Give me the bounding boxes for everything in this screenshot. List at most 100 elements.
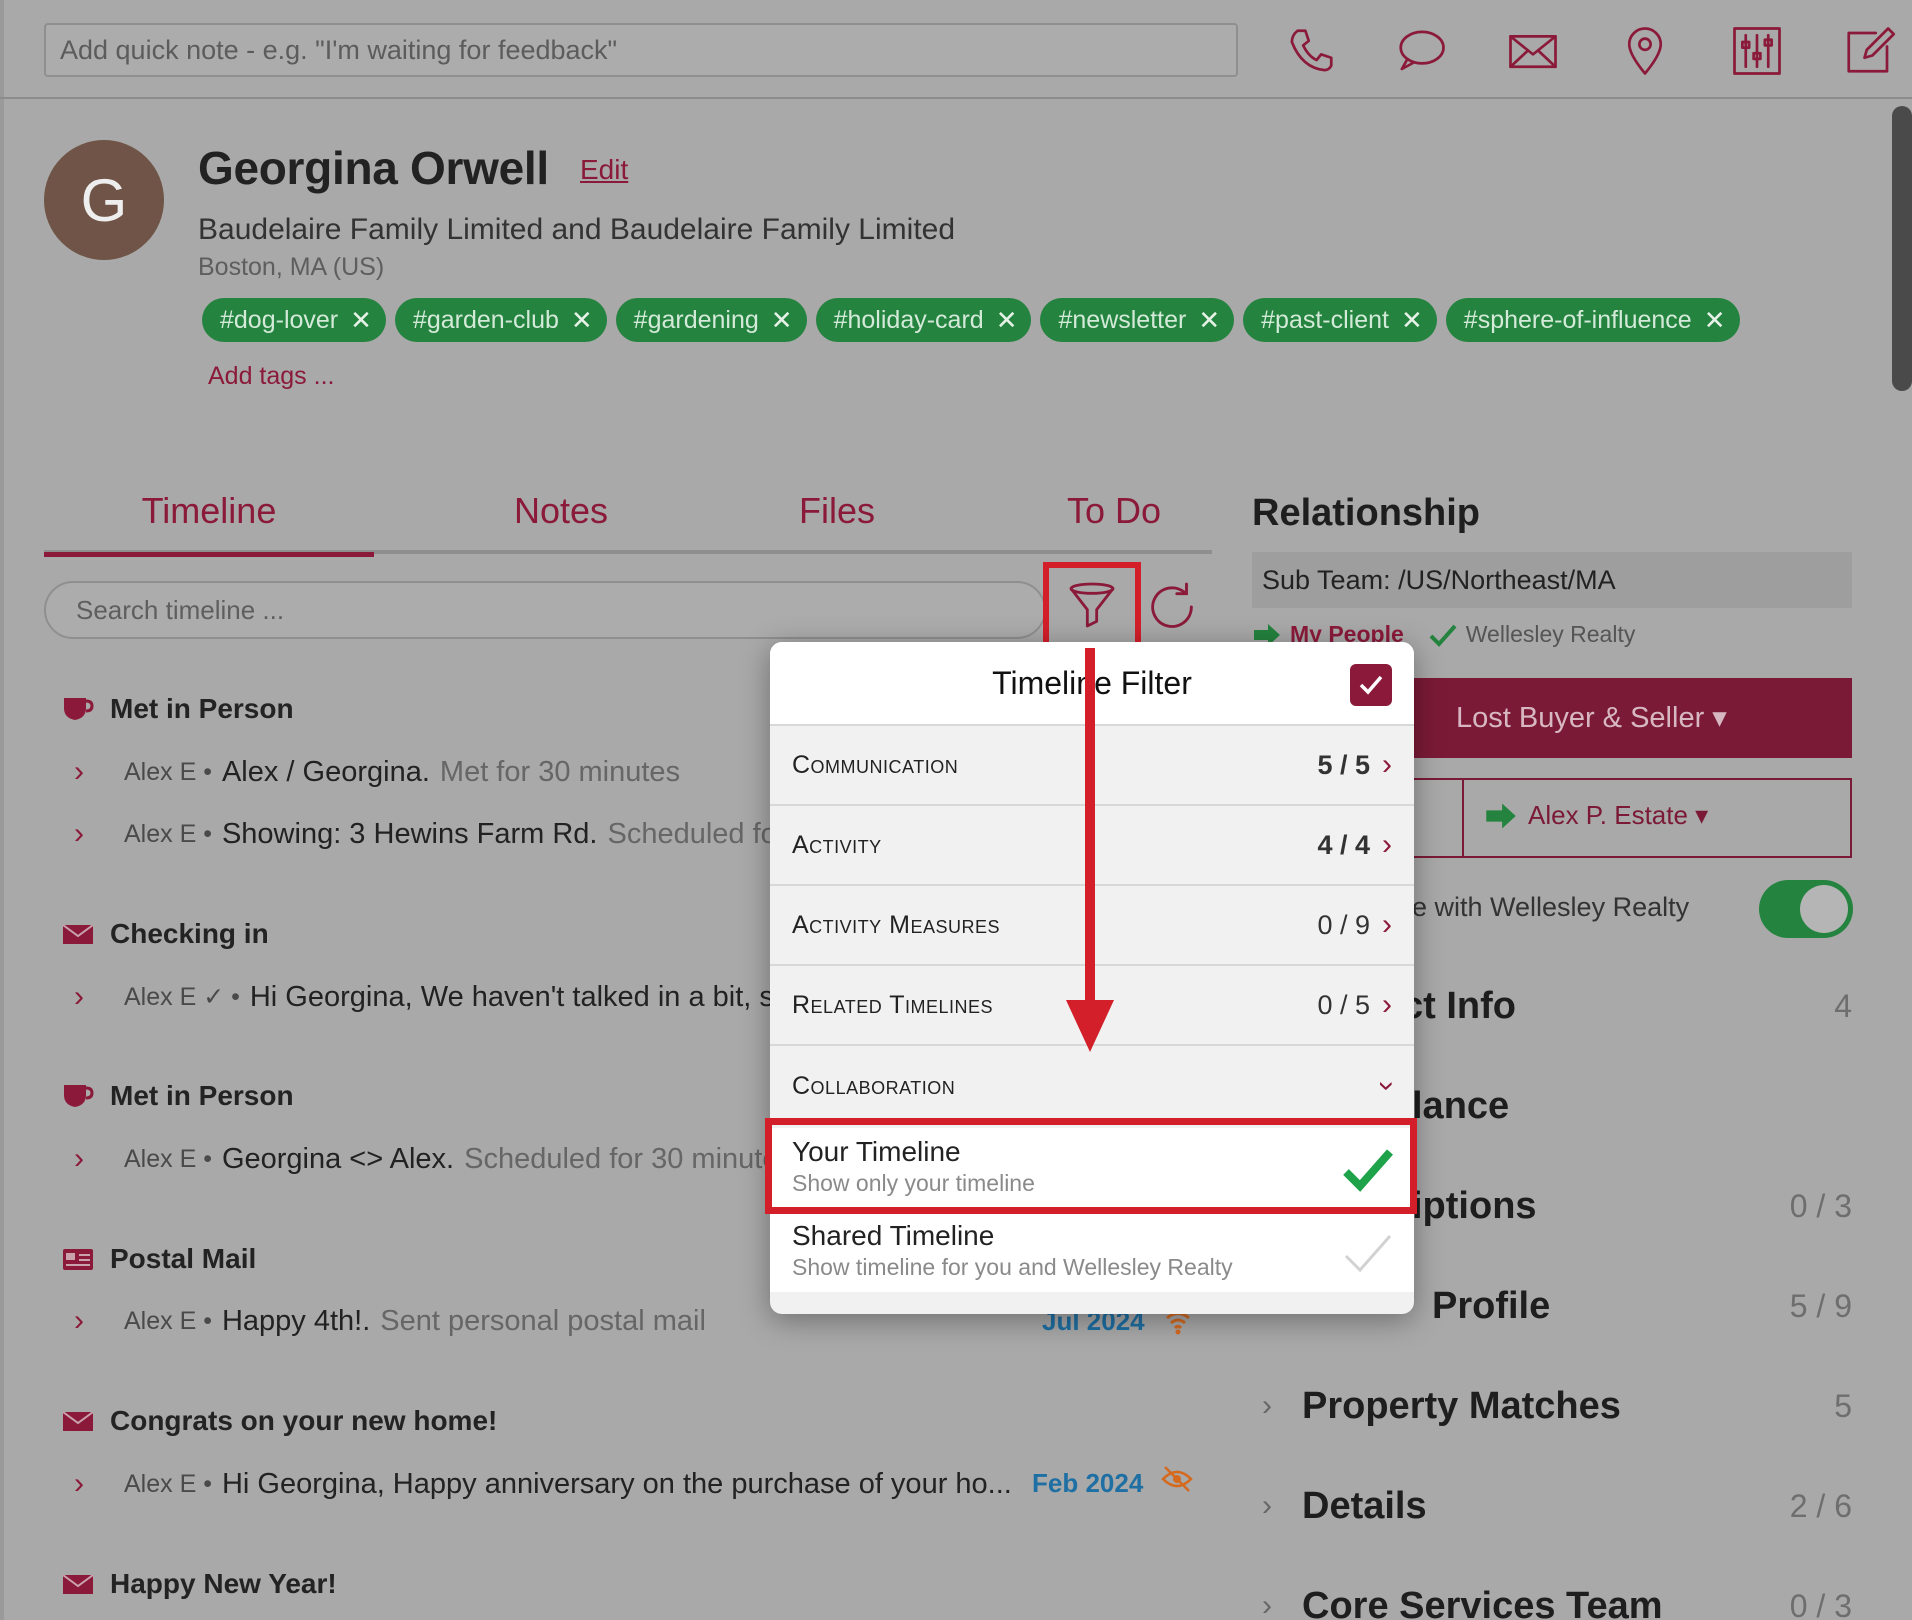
tag-list: #dog-lover ✕ #garden-club ✕ #gardening ✕ #h…	[202, 298, 1740, 342]
close-icon[interactable]: ✕	[1401, 305, 1423, 336]
avatar: G	[44, 140, 164, 260]
filter-row-count: 0 / 5	[1317, 989, 1370, 1020]
tag-label: #past-client	[1261, 305, 1389, 334]
timeline-row[interactable]: › Alex E • Alex / Georgina. Met for 30 m…	[74, 755, 680, 789]
arrow-right-icon	[1486, 803, 1516, 828]
chevron-right-icon[interactable]: ›	[74, 980, 98, 1014]
timeline-date: Feb 2024	[1032, 1468, 1144, 1498]
tab-notes[interactable]: Notes	[374, 490, 748, 554]
quick-note-input[interactable]	[44, 23, 1238, 77]
chevron-right-icon[interactable]: ›	[74, 1304, 98, 1338]
section-title: ct Info	[1402, 984, 1516, 1027]
contact-location: Boston, MA (US)	[198, 253, 385, 281]
refresh-button[interactable]	[1143, 578, 1205, 640]
chevron-right-icon: ›	[1382, 908, 1392, 941]
compose-icon[interactable]	[1838, 20, 1900, 82]
tag-label: #newsletter	[1058, 305, 1187, 334]
timeline-text: Alex / Georgina.	[221, 755, 430, 788]
close-icon[interactable]: ✕	[996, 305, 1018, 336]
section-title: Core Services Team	[1302, 1584, 1663, 1620]
timeline-text: Hi Georgina, Happy anniversary on the pu…	[221, 1467, 1012, 1500]
filter-row-label: Collaboration	[792, 1071, 956, 1100]
chevron-right-icon[interactable]: ›	[74, 755, 98, 789]
sliders-icon[interactable]	[1726, 20, 1788, 82]
tag-label: #gardening	[633, 305, 759, 334]
relationship-heading: Relationship	[1252, 492, 1481, 534]
section-title: Property Matches	[1302, 1384, 1621, 1427]
tab-files[interactable]: Files	[694, 490, 980, 554]
tag-chip[interactable]: #dog-lover ✕	[202, 298, 386, 342]
chevron-right-icon: ›	[1382, 988, 1392, 1021]
section-count: 4	[1834, 987, 1852, 1024]
filter-row-label: Activity Measures	[792, 910, 1000, 939]
timeline-group-heading: Met in Person	[62, 693, 294, 725]
close-icon[interactable]: ✕	[771, 305, 793, 336]
chevron-right-icon: ›	[1262, 1389, 1272, 1422]
tag-chip[interactable]: #gardening ✕	[615, 298, 807, 342]
section-property-matches[interactable]: › Property Matches 5	[1262, 1376, 1852, 1436]
timeline-row[interactable]: › Alex E • Showing: 3 Hewins Farm Rd. Sc…	[74, 817, 786, 851]
option-subtitle: Show timeline for you and Wellesley Real…	[792, 1254, 1233, 1280]
refresh-icon	[1151, 582, 1193, 628]
select-all-checkbox[interactable]	[1350, 664, 1392, 706]
filter-row-label: Related Timelines	[792, 990, 994, 1019]
section-details[interactable]: › Details 2 / 6	[1262, 1476, 1852, 1536]
timeline-group-title: Congrats on your new home!	[110, 1405, 498, 1436]
section-core-services-team[interactable]: › Core Services Team 0 / 3	[1262, 1576, 1852, 1620]
section-title: lance	[1412, 1084, 1510, 1127]
section-count: 2 / 6	[1789, 1487, 1852, 1524]
eye-off-icon	[1161, 1466, 1193, 1492]
chevron-right-icon[interactable]: ›	[74, 1142, 98, 1176]
page-scrollbar[interactable]	[1892, 106, 1912, 391]
share-label: e with Wellesley Realty	[1412, 892, 1690, 922]
filter-row-label: Activity	[792, 830, 882, 859]
tag-chip[interactable]: #sphere-of-influence ✕	[1445, 298, 1740, 342]
timeline-group-title: Postal Mail	[110, 1243, 257, 1274]
tag-chip[interactable]: #garden-club ✕	[394, 298, 607, 342]
timeline-detail: Sent personal postal mail	[380, 1304, 706, 1337]
share-toggle[interactable]	[1759, 880, 1853, 938]
option-shared-timeline[interactable]: Shared Timeline Show timeline for you an…	[770, 1210, 1414, 1292]
envelope-icon	[62, 924, 94, 944]
checkmark-icon	[1359, 675, 1383, 695]
chat-icon[interactable]	[1390, 20, 1452, 82]
chevron-right-icon[interactable]: ›	[74, 1467, 98, 1501]
close-icon[interactable]: ✕	[571, 305, 593, 336]
timeline-group-heading: Happy New Year!	[62, 1568, 337, 1600]
add-tags-link[interactable]: Add tags ...	[208, 362, 334, 391]
location-pin-icon[interactable]	[1614, 20, 1676, 82]
tag-chip[interactable]: #newsletter ✕	[1040, 298, 1235, 342]
chevron-right-icon: ›	[1382, 828, 1392, 861]
close-icon[interactable]: ✕	[1704, 305, 1726, 336]
section-title: Profile	[1432, 1284, 1551, 1327]
close-icon[interactable]: ✕	[1198, 305, 1220, 336]
edit-contact-link[interactable]: Edit	[580, 154, 628, 186]
tab-todo[interactable]: To Do	[974, 490, 1254, 554]
phone-icon[interactable]	[1280, 20, 1342, 82]
timeline-row[interactable]: › Alex E • Georgina <> Alex. Scheduled f…	[74, 1142, 778, 1176]
filter-button[interactable]	[1043, 562, 1141, 648]
tag-chip[interactable]: #past-client ✕	[1243, 298, 1437, 342]
stage-label: Lost Buyer & Seller ▾	[1456, 702, 1727, 734]
search-timeline-input[interactable]	[44, 581, 1046, 639]
timeline-group-heading: Met in Person	[62, 1080, 294, 1112]
timeline-row[interactable]: › Alex E • Happy 4th!. Sent personal pos…	[74, 1304, 706, 1338]
tab-timeline[interactable]: Timeline	[44, 490, 374, 557]
timeline-author: Alex E •	[124, 1306, 212, 1335]
sub-team-field[interactable]: Sub Team: /US/Northeast/MA	[1252, 552, 1852, 608]
section-title: iptions	[1412, 1184, 1537, 1227]
close-icon[interactable]: ✕	[350, 305, 372, 336]
timeline-row[interactable]: › Alex E • Hi Georgina, Happy anniversar…	[74, 1467, 1012, 1501]
timeline-detail: Scheduled for 30 minute	[464, 1142, 779, 1175]
timeline-group-heading: Checking in	[62, 918, 269, 950]
tag-chip[interactable]: #holiday-card ✕	[815, 298, 1032, 342]
timeline-group-heading: Postal Mail	[62, 1243, 256, 1275]
timeline-row[interactable]: › Alex E ✓ • Hi Georgina, We haven't tal…	[74, 980, 774, 1014]
mail-icon[interactable]	[1502, 20, 1564, 82]
top-toolbar	[0, 0, 1912, 99]
timeline-detail: Met for 30 minutes	[439, 755, 681, 788]
chevron-right-icon[interactable]: ›	[74, 817, 98, 851]
envelope-icon	[62, 1574, 94, 1594]
timeline-author: Alex E •	[124, 1469, 212, 1498]
timeline-group-title: Met in Person	[110, 693, 294, 724]
